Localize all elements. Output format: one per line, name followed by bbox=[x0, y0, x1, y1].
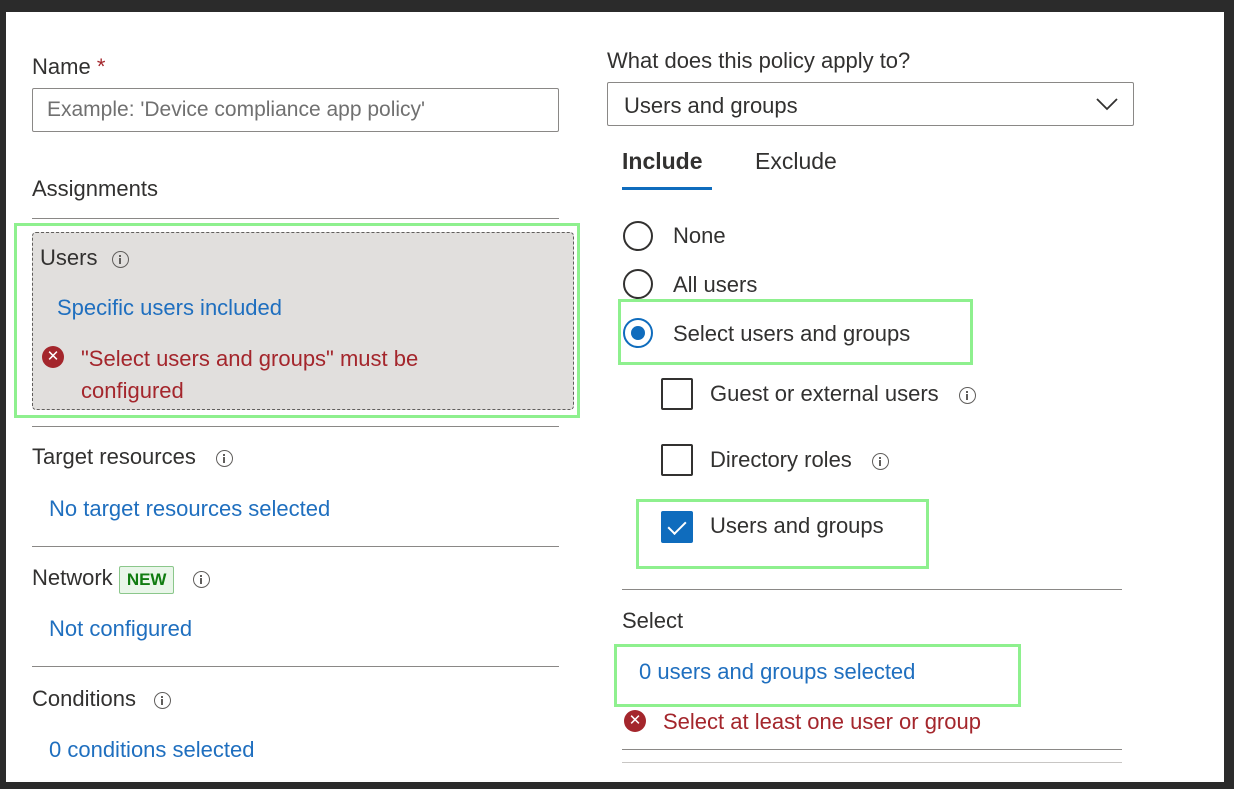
divider bbox=[32, 666, 559, 667]
apply-to-question: What does this policy apply to? bbox=[607, 48, 911, 73]
new-badge: NEW bbox=[118, 566, 175, 594]
divider bbox=[32, 218, 559, 219]
radio-none-label: None bbox=[673, 223, 726, 248]
tab-active-indicator bbox=[622, 187, 712, 190]
target-resources-link[interactable]: No target resources selected bbox=[49, 496, 330, 522]
radio-all-users-label: All users bbox=[673, 272, 758, 297]
checkbox-guest-external-label: Guest or external users bbox=[710, 381, 976, 407]
apply-to-dropdown[interactable]: Users and groups bbox=[607, 82, 1134, 126]
tab-exclude[interactable]: Exclude bbox=[755, 148, 837, 175]
info-icon[interactable] bbox=[154, 691, 172, 709]
tab-include[interactable]: Include bbox=[622, 148, 712, 190]
name-label: Name * bbox=[32, 54, 106, 79]
target-resources-label: Target resources bbox=[32, 444, 233, 470]
chevron-down-icon bbox=[1096, 98, 1118, 111]
radio-all-users[interactable] bbox=[623, 269, 653, 299]
policy-panel: Name * Assignments Users Specific users … bbox=[6, 12, 1224, 782]
divider bbox=[622, 762, 1122, 763]
radio-none[interactable] bbox=[623, 221, 653, 251]
info-icon[interactable] bbox=[958, 386, 976, 404]
divider bbox=[622, 749, 1122, 750]
info-icon[interactable] bbox=[871, 452, 889, 470]
radio-select-users-groups-label: Select users and groups bbox=[673, 321, 911, 346]
checkbox-users-groups[interactable] bbox=[661, 511, 693, 543]
conditions-label: Conditions bbox=[32, 686, 172, 712]
info-icon[interactable] bbox=[192, 570, 210, 588]
checkbox-directory-roles[interactable] bbox=[661, 444, 693, 476]
network-link[interactable]: Not configured bbox=[49, 616, 192, 642]
assignments-heading: Assignments bbox=[32, 176, 158, 201]
select-users-groups-link[interactable]: 0 users and groups selected bbox=[639, 659, 915, 685]
conditions-link[interactable]: 0 conditions selected bbox=[49, 737, 254, 763]
radio-select-users-groups[interactable] bbox=[623, 318, 653, 348]
error-icon: ✕ bbox=[624, 710, 646, 732]
select-label: Select bbox=[622, 608, 684, 633]
checkbox-directory-roles-label: Directory roles bbox=[710, 447, 889, 473]
required-asterisk: * bbox=[96, 54, 106, 79]
network-label: Network NEW bbox=[32, 565, 210, 594]
users-link[interactable]: Specific users included bbox=[57, 295, 282, 321]
error-icon: ✕ bbox=[42, 346, 64, 368]
checkbox-users-groups-label: Users and groups bbox=[710, 513, 884, 538]
checkbox-guest-external[interactable] bbox=[661, 378, 693, 410]
divider bbox=[622, 589, 1122, 590]
users-card[interactable]: Users Specific users included ✕ "Select … bbox=[32, 232, 574, 410]
divider bbox=[32, 546, 559, 547]
dropdown-value: Users and groups bbox=[624, 93, 798, 118]
name-input[interactable] bbox=[32, 88, 559, 132]
users-error: "Select users and groups" must be config… bbox=[81, 346, 419, 403]
users-label: Users bbox=[40, 245, 129, 271]
info-icon[interactable] bbox=[215, 449, 233, 467]
select-error: Select at least one user or group bbox=[663, 709, 981, 734]
divider bbox=[32, 426, 559, 427]
info-icon[interactable] bbox=[111, 250, 129, 268]
